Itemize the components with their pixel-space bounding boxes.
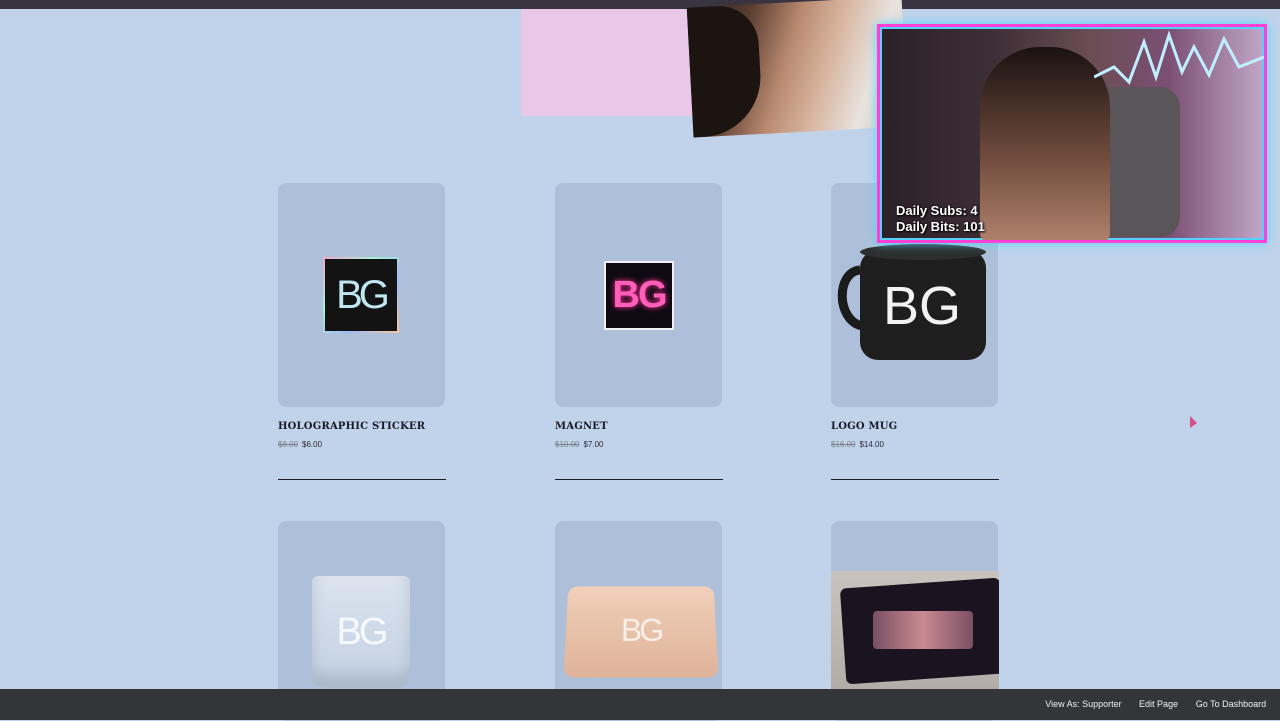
desk-mat-image[interactable] (831, 571, 999, 690)
product-price: $8.00 $6.00 (278, 440, 322, 449)
daily-subs-counter: Daily Subs: 4 (896, 203, 978, 218)
admin-bar: View As: Supporter Edit Page Go To Dashb… (0, 689, 1280, 720)
product-price: $10.00 $7.00 (555, 440, 604, 449)
glass-image[interactable]: BG (312, 576, 410, 688)
product-title[interactable]: MAGNET (555, 421, 608, 432)
original-price: $16.00 (831, 440, 856, 449)
sale-price: $7.00 (583, 440, 604, 449)
daily-bits-counter: Daily Bits: 101 (896, 219, 985, 234)
product-title[interactable]: LOGO MUG (831, 421, 897, 432)
divider (278, 479, 446, 480)
bg-logo: BG (612, 274, 668, 316)
sale-price: $6.00 (302, 440, 323, 449)
edit-page-button[interactable]: Edit Page (1136, 695, 1181, 713)
sale-price: $14.00 (859, 440, 884, 449)
bg-logo: BG (336, 272, 390, 317)
bg-logo: BG (620, 612, 662, 648)
go-to-dashboard-button[interactable]: Go To Dashboard (1193, 695, 1269, 713)
stream-webcam-overlay: Daily Subs: 4 Daily Bits: 101 (877, 24, 1267, 243)
browser-top-strip (0, 0, 1280, 9)
hero-photo (686, 0, 909, 138)
divider (555, 479, 723, 480)
mouse-cursor-icon (1190, 416, 1197, 428)
product-title[interactable]: HOLOGRAPHIC STICKER (278, 421, 425, 432)
bg-logo: BG (883, 276, 961, 336)
logo-mug-image[interactable]: BG (836, 240, 991, 365)
holographic-sticker-image[interactable]: BG (323, 257, 399, 333)
view-as-supporter-button[interactable]: View As: Supporter (1041, 695, 1126, 713)
divider (831, 479, 999, 480)
bg-logo: BG (336, 610, 389, 653)
neon-wave-icon (1094, 30, 1264, 85)
hero-pink-block (521, 9, 706, 116)
original-price: $10.00 (555, 440, 580, 449)
product-price: $16.00 $14.00 (831, 440, 884, 449)
magnet-image[interactable]: BG (604, 261, 674, 330)
mousepad-image[interactable]: BG (563, 586, 719, 678)
original-price: $8.00 (278, 440, 299, 449)
